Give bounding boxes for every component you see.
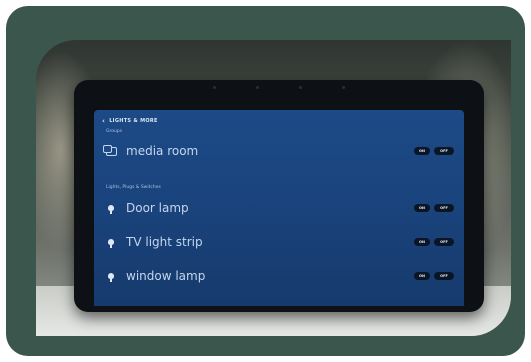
screen-header[interactable]: ‹ LIGHTS & MORE — [102, 117, 158, 124]
smart-display-device: ‹ LIGHTS & MORE Groups media room ON OFF… — [74, 80, 484, 312]
off-button[interactable]: OFF — [434, 238, 454, 246]
bulb-icon — [108, 273, 114, 282]
device-row-door-lamp[interactable]: Door lamp ON OFF — [104, 199, 454, 217]
bulb-icon-wrap — [104, 239, 118, 248]
sensor-dot — [342, 86, 345, 89]
device-top-bezel — [74, 86, 484, 90]
bulb-icon-wrap — [104, 273, 118, 282]
toggle-buttons: ON OFF — [414, 147, 454, 155]
mic-dot — [213, 86, 216, 89]
bulb-icon — [108, 239, 114, 248]
device-row-tv-light-strip[interactable]: TV light strip ON OFF — [104, 233, 454, 251]
outer-frame: ‹ LIGHTS & MORE Groups media room ON OFF… — [6, 6, 525, 356]
page-title: LIGHTS & MORE — [109, 118, 158, 124]
groups-section-label: Groups — [106, 129, 123, 134]
on-button[interactable]: ON — [414, 238, 430, 246]
toggle-buttons: ON OFF — [414, 204, 454, 212]
group-name: media room — [126, 144, 199, 158]
group-icon-wrap — [102, 144, 118, 156]
device-name: TV light strip — [126, 235, 203, 249]
on-button[interactable]: ON — [414, 147, 430, 155]
device-name: window lamp — [126, 269, 206, 283]
back-chevron-icon[interactable]: ‹ — [102, 117, 105, 124]
device-name: Door lamp — [126, 201, 189, 215]
off-button[interactable]: OFF — [434, 147, 454, 155]
on-button[interactable]: ON — [414, 204, 430, 212]
bulb-icon-wrap — [104, 205, 118, 214]
toggle-buttons: ON OFF — [414, 238, 454, 246]
toggle-buttons: ON OFF — [414, 272, 454, 280]
bulb-icon — [108, 205, 114, 214]
off-button[interactable]: OFF — [434, 204, 454, 212]
on-button[interactable]: ON — [414, 272, 430, 280]
mic-dot — [299, 86, 302, 89]
device-photo: ‹ LIGHTS & MORE Groups media room ON OFF… — [36, 40, 511, 336]
off-button[interactable]: OFF — [434, 272, 454, 280]
devices-section-label: Lights, Plugs & Switches — [106, 185, 161, 190]
device-screen: ‹ LIGHTS & MORE Groups media room ON OFF… — [94, 110, 464, 306]
device-row-window-lamp[interactable]: window lamp ON OFF — [104, 267, 454, 285]
group-row-media-room[interactable]: media room ON OFF — [102, 142, 454, 160]
group-icon — [102, 144, 117, 156]
camera-dot — [256, 86, 259, 89]
